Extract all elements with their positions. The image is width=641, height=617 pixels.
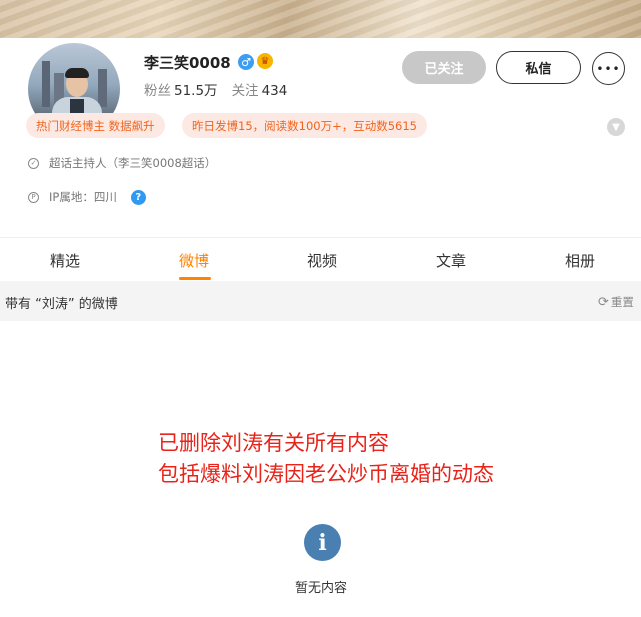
refresh-icon: ⟳ (598, 295, 609, 310)
fans-count[interactable]: 51.5万 (174, 83, 218, 99)
reset-button[interactable]: ⟳ 重置 (598, 294, 634, 310)
direct-message-button[interactable]: 私信 (496, 51, 581, 84)
ip-icon: P (28, 191, 39, 203)
filter-bar: 带有 “刘涛” 的微博 ⟳ 重置 (0, 281, 641, 321)
fans-label: 粉丝 (144, 83, 171, 99)
profile-name: 李三笑0008 (144, 54, 231, 72)
filter-keyword-text: 带有 “刘涛” 的微博 (5, 297, 118, 312)
active-tab-indicator (179, 277, 211, 280)
daily-stats-tag[interactable]: 昨日发博15，阅读数100万+，互动数5615 (182, 113, 427, 138)
help-question-icon[interactable]: ? (130, 189, 146, 205)
profile-stats: 粉丝 51.5万 关注 434 (144, 79, 287, 99)
following-count[interactable]: 434 (262, 83, 288, 99)
ip-location-text: IP属地：四川 (49, 190, 117, 204)
male-gender-icon: ♂ (238, 54, 254, 70)
level-crown-icon: ♛ (257, 53, 273, 69)
overlay-notice-line-2: 包括爆料刘涛因老公炒币离婚的动态 (158, 462, 494, 486)
info-icon: i (304, 524, 341, 561)
chevron-down-icon[interactable]: ▼ (607, 118, 625, 136)
supertopic-text: 超话主持人（李三笑0008超话） (49, 156, 217, 170)
profile-tabs: 精选 微博 视频 文章 相册 (0, 238, 641, 281)
following-label: 关注 (231, 83, 259, 99)
profile-card: V 李三笑0008 ♂ ♛ 粉丝51.5万关注434 已关注 私信 ••• 热门… (0, 38, 641, 617)
shield-icon: ✓ (28, 157, 39, 169)
ip-location-info: P IP属地：四川 ? (28, 189, 146, 205)
tab-featured[interactable]: 精选 (50, 250, 80, 271)
tab-articles[interactable]: 文章 (436, 250, 466, 271)
empty-state-text: 暂无内容 (295, 581, 348, 596)
supertopic-info[interactable]: ✓ 超话主持人（李三笑0008超话） (28, 155, 216, 171)
hot-blogger-tag[interactable]: 热门财经博主 数据飙升 (26, 113, 165, 138)
tab-album[interactable]: 相册 (565, 250, 595, 271)
followed-button[interactable]: 已关注 (402, 51, 486, 84)
tab-video[interactable]: 视频 (307, 250, 337, 271)
more-options-button[interactable]: ••• (592, 52, 625, 85)
cover-banner (0, 0, 641, 38)
overlay-notice-line-1: 已删除刘涛有关所有内容 (158, 431, 389, 455)
tab-weibo[interactable]: 微博 (179, 250, 209, 271)
